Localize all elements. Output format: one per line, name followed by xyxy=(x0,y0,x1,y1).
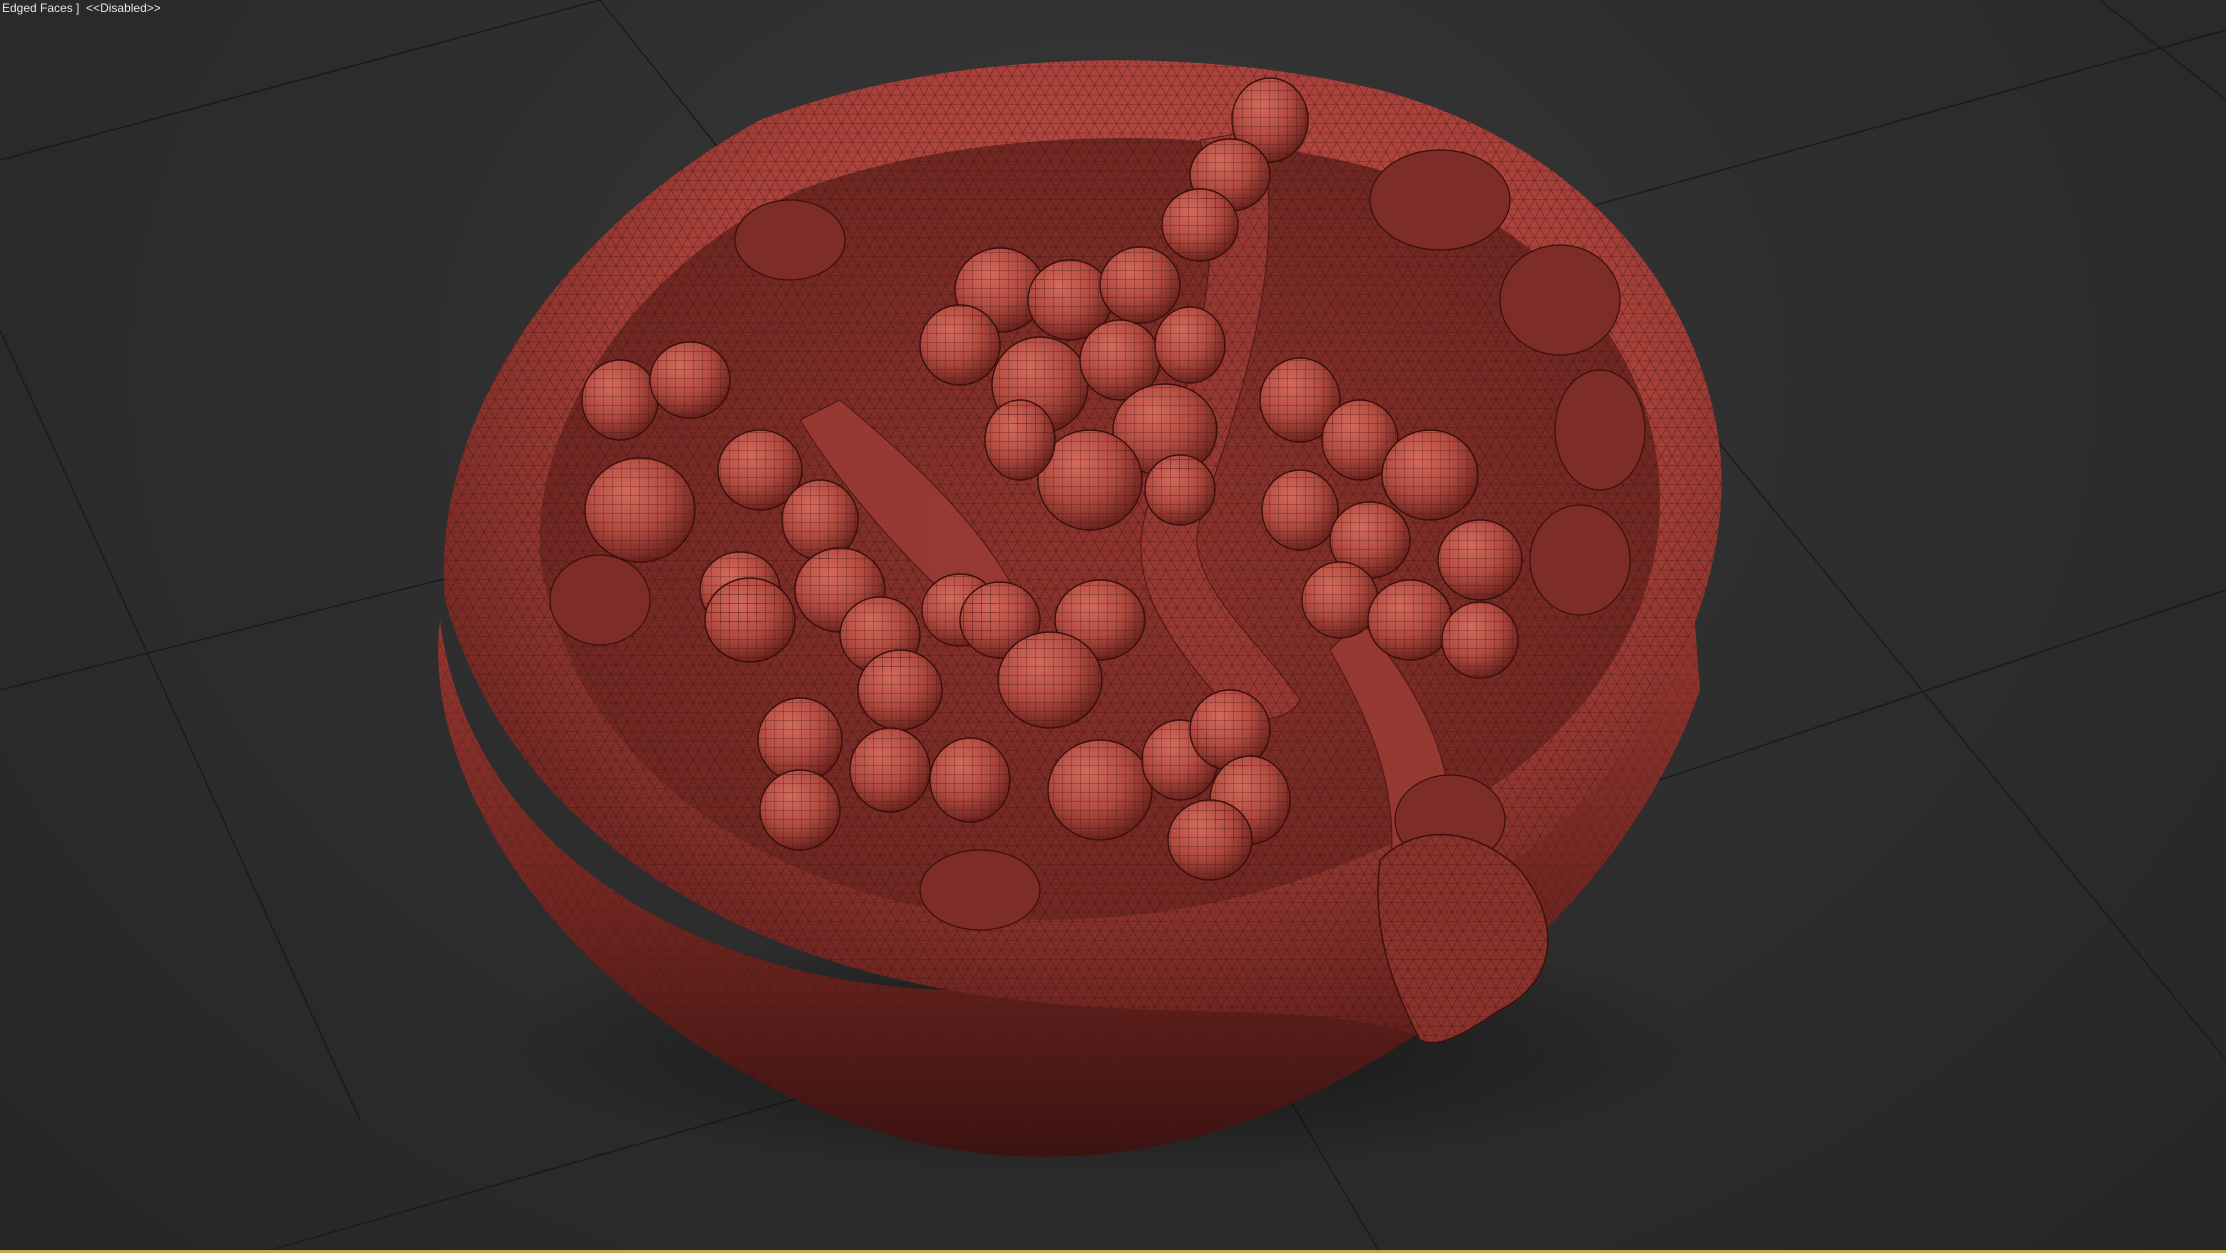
viewport-perspective[interactable]: Edged Faces ] <<Disabled>> xyxy=(0,0,2226,1253)
scene-canvas[interactable] xyxy=(0,0,2226,1253)
viewport-shading-label[interactable]: Edged Faces ] <<Disabled>> xyxy=(2,1,161,15)
